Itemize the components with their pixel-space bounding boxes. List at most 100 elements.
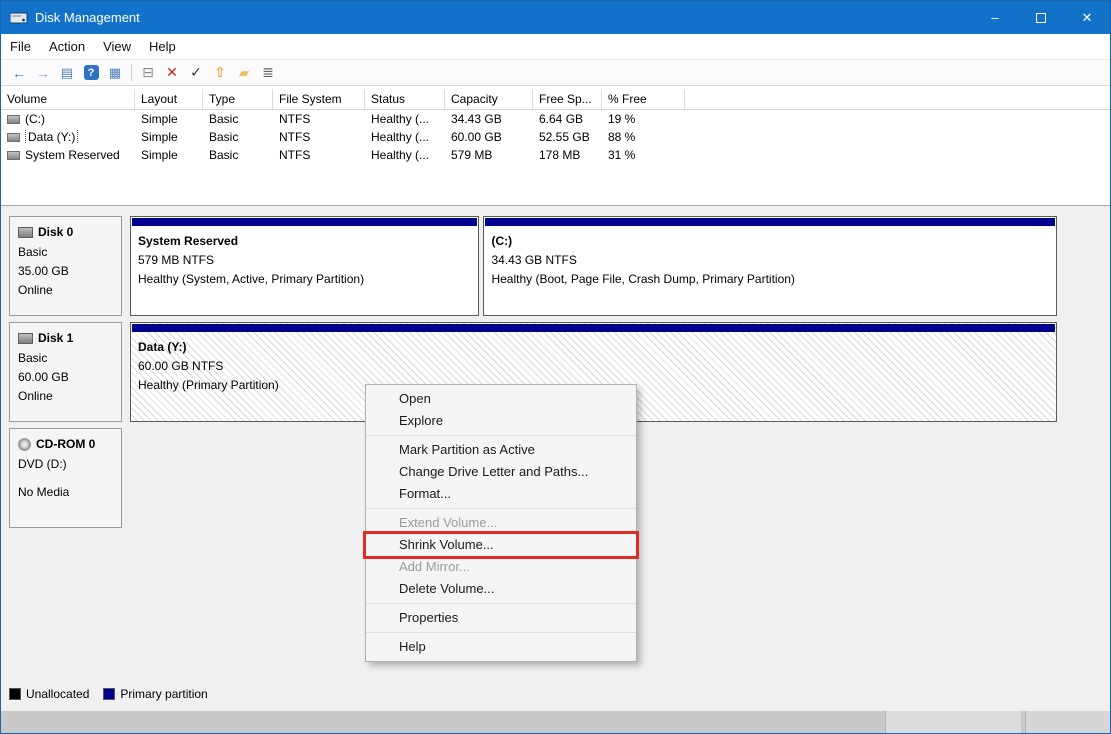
folder-icon[interactable]: ▰ (232, 62, 256, 83)
cell-layout: Simple (135, 148, 203, 162)
disk0-graph: System Reserved 579 MB NTFS Healthy (Sys… (130, 216, 1057, 316)
partition-c[interactable]: (C:) 34.43 GB NTFS Healthy (Boot, Page F… (483, 216, 1057, 316)
window-controls: – ✕ (972, 1, 1110, 34)
partition-size: 579 MB NTFS (138, 253, 476, 267)
col-volume[interactable]: Volume (1, 89, 135, 109)
app-icon (10, 11, 28, 25)
menu-separator (366, 632, 636, 633)
menu-item-mark-partition-active[interactable]: Mark Partition as Active (366, 439, 636, 461)
cell-capacity: 60.00 GB (445, 130, 533, 144)
disk0-row: Disk 0 Basic 35.00 GB Online System Rese… (9, 216, 1057, 316)
console-window-icon[interactable]: ▦ (103, 62, 127, 83)
cell-free-space: 6.64 GB (533, 112, 602, 126)
menu-item-open[interactable]: Open (366, 388, 636, 410)
titlebar: Disk Management – ✕ (1, 1, 1110, 34)
cell-pct-free: 88 % (602, 130, 685, 144)
menu-item-explore[interactable]: Explore (366, 410, 636, 432)
menu-view[interactable]: View (94, 34, 140, 59)
cell-status: Healthy (... (365, 130, 445, 144)
partition-status: Healthy (System, Active, Primary Partiti… (138, 272, 476, 286)
cell-capacity: 579 MB (445, 148, 533, 162)
menu-item-add-mirror: Add Mirror... (366, 556, 636, 578)
disk-size: 35.00 GB (18, 264, 115, 278)
toolbar: ← → ▤ ? ▦ ⊟ ✕ ✓ ⇧ ▰ ≣ (1, 59, 1110, 86)
close-icon: ✕ (1082, 10, 1093, 26)
close-button[interactable]: ✕ (1064, 1, 1110, 34)
menu-separator (366, 508, 636, 509)
cell-free-space: 178 MB (533, 148, 602, 162)
disk0-info[interactable]: Disk 0 Basic 35.00 GB Online (9, 216, 122, 316)
volume-icon (7, 115, 20, 124)
disk-status: Online (18, 283, 115, 297)
context-menu: Open Explore Mark Partition as Active Ch… (365, 384, 637, 662)
table-row-system-reserved[interactable]: System Reserved Simple Basic NTFS Health… (1, 146, 1110, 164)
disk-status: No Media (18, 485, 115, 499)
partition-status: Healthy (Boot, Page File, Crash Dump, Pr… (491, 272, 1054, 286)
back-icon[interactable]: ← (7, 62, 31, 83)
help-glyph: ? (84, 65, 99, 80)
table-row-data-y[interactable]: Data (Y:) Simple Basic NTFS Healthy (...… (1, 128, 1110, 146)
col-type[interactable]: Type (203, 89, 273, 109)
up-level-icon[interactable]: ⊟ (136, 62, 160, 83)
table-row-c[interactable]: (C:) Simple Basic NTFS Healthy (... 34.4… (1, 110, 1110, 128)
volume-list-pane: Volume Layout Type File System Status Ca… (1, 86, 1110, 206)
legend-unallocated-label: Unallocated (26, 687, 89, 701)
status-strip-segment (885, 711, 1021, 733)
disk-kind: Basic (18, 245, 115, 259)
console-tree-icon[interactable]: ▤ (55, 62, 79, 83)
menu-file[interactable]: File (1, 34, 40, 59)
disk-status: Online (18, 389, 115, 403)
primary-partition-bar (485, 218, 1055, 226)
cell-file-system: NTFS (273, 112, 365, 126)
primary-partition-bar (132, 218, 477, 226)
partition-name: (C:) (491, 234, 1054, 248)
status-strip (1, 711, 1110, 733)
menu-item-change-drive-letter[interactable]: Change Drive Letter and Paths... (366, 461, 636, 483)
disk1-info[interactable]: Disk 1 Basic 60.00 GB Online (9, 322, 122, 422)
cell-file-system: NTFS (273, 148, 365, 162)
menu-item-properties[interactable]: Properties (366, 607, 636, 629)
menu-item-extend-volume: Extend Volume... (366, 512, 636, 534)
legend-unallocated: Unallocated (9, 687, 89, 701)
col-status[interactable]: Status (365, 89, 445, 109)
volume-icon (7, 133, 20, 142)
maximize-button[interactable] (1018, 1, 1064, 34)
volume-name: System Reserved (25, 148, 120, 162)
menu-item-delete-volume[interactable]: Delete Volume... (366, 578, 636, 600)
col-file-system[interactable]: File System (273, 89, 365, 109)
menubar: File Action View Help (1, 34, 1110, 59)
list-icon[interactable]: ≣ (256, 62, 280, 83)
cdrom0-info[interactable]: CD-ROM 0 DVD (D:) No Media (9, 428, 122, 528)
cell-file-system: NTFS (273, 130, 365, 144)
forward-icon[interactable]: → (31, 62, 55, 83)
minimize-button[interactable]: – (972, 1, 1018, 34)
col-pct-free[interactable]: % Free (602, 89, 685, 109)
window-title: Disk Management (35, 10, 140, 25)
disk-icon (18, 333, 33, 344)
cell-free-space: 52.55 GB (533, 130, 602, 144)
col-layout[interactable]: Layout (135, 89, 203, 109)
help-icon[interactable]: ? (79, 62, 103, 83)
menu-item-shrink-volume[interactable]: Shrink Volume... (366, 534, 636, 556)
disk-kind: Basic (18, 351, 115, 365)
partition-system-reserved[interactable]: System Reserved 579 MB NTFS Healthy (Sys… (130, 216, 479, 316)
col-free-space[interactable]: Free Sp... (533, 89, 602, 109)
menu-help[interactable]: Help (140, 34, 185, 59)
cell-capacity: 34.43 GB (445, 112, 533, 126)
disk-name: Disk 1 (38, 331, 73, 345)
primary-partition-bar (132, 324, 1055, 332)
menu-item-help[interactable]: Help (366, 636, 636, 658)
toolbar-separator (131, 64, 132, 81)
check-document-icon[interactable]: ✓ (184, 62, 208, 83)
partition-size: 60.00 GB NTFS (138, 359, 1054, 373)
cell-layout: Simple (135, 112, 203, 126)
cell-type: Basic (203, 148, 273, 162)
partition-name: System Reserved (138, 234, 476, 248)
cell-type: Basic (203, 130, 273, 144)
delete-icon[interactable]: ✕ (160, 62, 184, 83)
menu-separator (366, 603, 636, 604)
col-capacity[interactable]: Capacity (445, 89, 533, 109)
rescan-icon[interactable]: ⇧ (208, 62, 232, 83)
menu-action[interactable]: Action (40, 34, 94, 59)
menu-item-format[interactable]: Format... (366, 483, 636, 505)
